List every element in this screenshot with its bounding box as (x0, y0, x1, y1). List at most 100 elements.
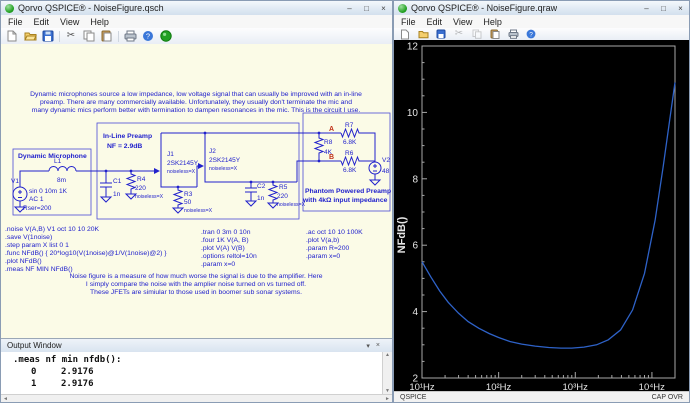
ground-symbol (370, 180, 380, 185)
annotation-line: I simply compare the noise with the ampl… (31, 281, 361, 289)
waveform-titlebar[interactable]: Qorvo QSPICE® - NoiseFigure.qraw – □ × (394, 1, 689, 16)
output-window-header[interactable]: Output Window ▾ × (1, 339, 392, 353)
bottom-annotation: Noise figure is a measure of how much wo… (31, 273, 361, 297)
run-icon[interactable] (159, 30, 173, 43)
copy-icon[interactable] (470, 28, 484, 41)
spice-directives-noise: .noise V(A,B) V1 oct 10 10 20K .save V(1… (5, 226, 167, 274)
menu-edit[interactable]: Edit (427, 17, 443, 27)
step-index: 0 (31, 367, 36, 377)
r6-name: R6 (345, 150, 354, 157)
copy-icon[interactable] (82, 30, 96, 43)
status-app-label: QSPICE (400, 394, 426, 401)
maximize-icon[interactable]: □ (358, 2, 375, 15)
v1-ac: AC 1 (29, 196, 44, 203)
waveform-window: Qorvo QSPICE® - NoiseFigure.qraw – □ × F… (393, 0, 690, 403)
menu-help[interactable]: Help (90, 17, 109, 27)
y-axis-title: NFdB() (396, 216, 408, 253)
resistor-r6 (341, 157, 375, 165)
top-annotation: Dynamic microphones source a low impedan… (16, 91, 376, 115)
new-document-icon[interactable] (5, 30, 19, 43)
close-icon[interactable]: × (672, 2, 689, 15)
source-v1 (13, 187, 27, 201)
help-icon[interactable]: ? (524, 28, 538, 41)
mic-block-box (13, 149, 91, 215)
ground-symbol (15, 207, 25, 212)
spice-directives-ac: .ac oct 10 10 100K .plot V(a,b) .param R… (306, 229, 363, 261)
output-vertical-scrollbar[interactable]: ▲ ▼ (382, 352, 392, 394)
paste-icon[interactable] (100, 30, 114, 43)
c2-value: 1n (257, 195, 265, 202)
y-tick-label: 12 (407, 42, 419, 53)
status-caps-indicator: CAP OVR (652, 394, 683, 401)
schematic-canvas[interactable]: Dynamic microphones source a low impedan… (1, 44, 392, 341)
schematic-window-title: Qorvo QSPICE® - NoiseFigure.qsch (18, 3, 164, 13)
menu-edit[interactable]: Edit (34, 17, 50, 27)
waveform-plot[interactable]: 12 10 8 6 4 2 10¹Hz 10²Hz 10³Hz 10⁴Hz NF… (394, 40, 689, 394)
menu-file[interactable]: File (401, 17, 416, 27)
directive-line: .param x=0 (306, 253, 363, 261)
r3-value: 50 (184, 199, 192, 206)
ground-symbol (173, 208, 183, 213)
ground-symbol (126, 194, 136, 199)
print-icon[interactable] (506, 28, 520, 41)
mic-block-label: Dynamic Microphone (18, 153, 87, 160)
j1-model: 2SK2145Y (167, 160, 199, 167)
output-horizontal-scrollbar[interactable]: ◄ ► (1, 394, 392, 402)
minimize-icon[interactable]: – (341, 2, 358, 15)
output-window: Output Window ▾ × .meas nf min nfdb(): 0… (1, 338, 392, 402)
paste-icon[interactable] (488, 28, 502, 41)
dropdown-icon[interactable]: ▾ (366, 342, 370, 350)
ground-symbol (246, 201, 256, 206)
directive-line: .func NFdB() { 20*log10(V(1noise)@1/V(1n… (5, 250, 167, 258)
cut-icon[interactable]: ✂ (64, 30, 78, 43)
annotation-line: preamp. There are many commercially avai… (16, 99, 376, 107)
r7-name: R7 (345, 122, 354, 129)
directive-line: .options reltol=10n (201, 253, 257, 261)
preamp-nf-label: NF = 2.9dB (107, 143, 142, 150)
cut-icon[interactable]: ✂ (452, 28, 466, 41)
menu-view[interactable]: View (453, 17, 472, 27)
l1-name: L1 (54, 158, 62, 165)
open-folder-icon[interactable] (416, 28, 430, 41)
r5-attr: noiseless=X (277, 202, 306, 208)
v1-sin: sin 0 10m 1K (29, 188, 68, 195)
scroll-left-icon[interactable]: ◄ (3, 396, 8, 402)
j1-name: J1 (167, 151, 174, 158)
r8-value: 4K (324, 149, 333, 156)
j1-attr: noiseless=X (167, 169, 196, 175)
c2-name: C2 (257, 183, 266, 190)
minimize-icon[interactable]: – (638, 2, 655, 15)
scroll-right-icon[interactable]: ► (385, 396, 390, 402)
directive-line: .param x=0 (201, 261, 257, 269)
open-folder-icon[interactable] (23, 30, 37, 43)
annotation-line: These JFETs are simiular to those used i… (31, 289, 361, 297)
nfdb-curve (422, 83, 675, 349)
window-controls: – □ × (638, 2, 689, 15)
menu-file[interactable]: File (8, 17, 23, 27)
scroll-up-icon[interactable]: ▲ (385, 352, 390, 358)
r5-name: R5 (279, 184, 288, 191)
close-output-icon[interactable]: × (376, 342, 380, 350)
v1-name: V1 (11, 178, 19, 185)
schematic-titlebar[interactable]: Qorvo QSPICE® - NoiseFigure.qsch – □ × (1, 1, 392, 16)
print-icon[interactable] (123, 30, 137, 43)
ground-symbol (101, 197, 111, 202)
inductor-l1 (49, 167, 76, 172)
capacitor-c1 (100, 171, 112, 197)
capacitor-c2 (245, 182, 257, 201)
waveform-window-title: Qorvo QSPICE® - NoiseFigure.qraw (411, 3, 557, 13)
menu-help[interactable]: Help (483, 17, 502, 27)
new-document-icon[interactable] (398, 28, 412, 41)
menu-view[interactable]: View (60, 17, 79, 27)
save-icon[interactable] (41, 30, 55, 43)
save-icon[interactable] (434, 28, 448, 41)
directive-line: .save V(1noise) (5, 234, 167, 242)
close-icon[interactable]: × (375, 2, 392, 15)
r4-attr: noiseless=X (135, 194, 164, 200)
port-b-label: B (329, 154, 334, 161)
meas-result-header: .meas nf min nfdb(): (13, 355, 121, 365)
maximize-icon[interactable]: □ (655, 2, 672, 15)
help-icon[interactable]: ? (141, 30, 155, 43)
directive-line: .plot NFdB() (5, 258, 167, 266)
output-window-body[interactable]: .meas nf min nfdb(): 0 2.9176 1 2.9176 (1, 352, 383, 394)
